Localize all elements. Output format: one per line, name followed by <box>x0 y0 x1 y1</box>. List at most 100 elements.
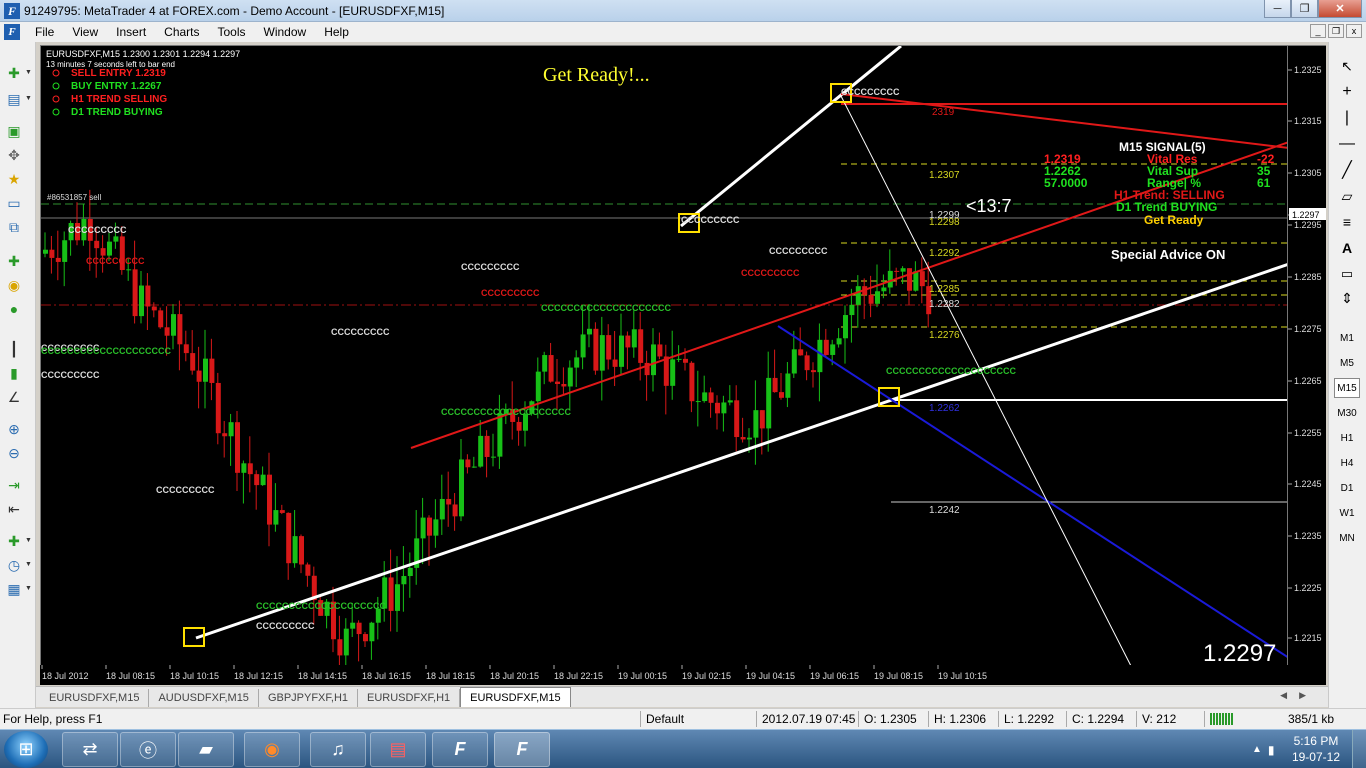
zoom-out-icon[interactable]: ⊖ <box>5 444 23 462</box>
tab-eurusdfxf-h1[interactable]: EURUSDFXF,H1 <box>358 689 461 707</box>
mdi-restore-button[interactable]: ❐ <box>1328 24 1344 38</box>
timeframe-m30[interactable]: M30 <box>1334 403 1360 423</box>
candlestick-icon[interactable]: ▮ <box>5 364 23 382</box>
taskbar-pdf-icon[interactable]: ▤ <box>370 732 426 767</box>
mdi-minimize-button[interactable]: _ <box>1310 24 1326 38</box>
profiles-icon[interactable]: ▤ ▼ <box>5 90 32 108</box>
chart-window-icon[interactable]: F <box>4 24 20 40</box>
menu-charts[interactable]: Charts <box>155 25 208 39</box>
menu-view[interactable]: View <box>63 25 107 39</box>
taskbar-media-icon[interactable]: ♫ <box>310 732 366 767</box>
zoom-in-icon[interactable]: ⊕ <box>5 420 23 438</box>
market-watch-icon[interactable]: ▣ <box>5 122 23 140</box>
cursor-icon[interactable]: ↖ <box>1334 56 1360 76</box>
periods-icon[interactable]: ◷ ▼ <box>5 556 32 574</box>
favorites-icon[interactable]: ★ <box>5 170 23 188</box>
price-chart[interactable]: CCCCCCCCC CCCCCCCCC CCCCCCCCC CCCCCCCCC CCCC… <box>40 45 1288 685</box>
fibonacci-icon[interactable]: ≡ <box>1334 212 1360 232</box>
legend-dot-icon <box>52 82 60 90</box>
marker-row-green-0: CCCCCCCCCCCCCCCCCCCC <box>41 346 171 356</box>
price-tick-label: 1.2245 <box>1294 479 1322 489</box>
expert-advisors-icon[interactable]: ◉ <box>5 276 23 294</box>
timeframe-d1[interactable]: D1 <box>1334 478 1360 498</box>
menu-tools[interactable]: Tools <box>209 25 255 39</box>
timeframe-h4[interactable]: H4 <box>1334 453 1360 473</box>
arrows-icon[interactable]: ⇕ <box>1334 288 1360 308</box>
candle-body <box>497 413 503 457</box>
horizontal-line-icon[interactable]: — <box>1334 134 1360 154</box>
tab-eurusdfxf-m15[interactable]: EURUSDFXF,M15 <box>40 689 150 707</box>
trendline-blue <box>777 325 1287 658</box>
new-order-alt-icon[interactable]: ✚ <box>5 252 23 270</box>
time-tick-label: 18 Jul 14:15 <box>298 671 347 681</box>
taskbar-firefox-icon[interactable]: ◉ <box>244 732 300 767</box>
candle-body <box>561 383 567 387</box>
signal-value-2: 57.0000 <box>1044 176 1088 190</box>
trendline-red-falling <box>840 93 1287 149</box>
maximize-button[interactable]: ❐ <box>1291 0 1318 18</box>
timeframe-m1[interactable]: M1 <box>1334 328 1360 348</box>
menu-help[interactable]: Help <box>315 25 358 39</box>
timeframe-w1[interactable]: W1 <box>1334 503 1360 523</box>
candle-body <box>196 370 202 382</box>
tray-arrow-icon[interactable]: ▲ <box>1252 744 1262 755</box>
signal-special-advice: Special Advice ON <box>1111 247 1225 262</box>
close-button[interactable]: ✕ <box>1318 0 1362 18</box>
minimize-button[interactable]: ─ <box>1264 0 1291 18</box>
candle-body <box>843 315 848 339</box>
show-desktop-button[interactable] <box>1352 730 1366 768</box>
taskbar-explorer-icon[interactable]: ▰ <box>178 732 234 767</box>
chart-canvas[interactable]: CCCCCCCCCCCCCCCCCCCCCCCCCCCCCCCCCCCCCCCC… <box>41 46 1288 685</box>
marker-row-green-1: CCCCCCCCCCCCCCCCCCCC <box>256 601 386 611</box>
autoscroll-icon[interactable]: ⇥ <box>5 476 23 494</box>
menu-insert[interactable]: Insert <box>107 25 155 39</box>
mdi-close-button[interactable]: x <box>1346 24 1362 38</box>
taskbar-clock[interactable]: 5:16 PM 19-07-12 <box>1292 733 1340 765</box>
taskbar-metatrader-icon[interactable]: F <box>432 732 488 767</box>
menu-window[interactable]: Window <box>255 25 316 39</box>
tab-gbpjpyfxf-h1[interactable]: GBPJPYFXF,H1 <box>259 689 359 707</box>
timeframe-h1[interactable]: H1 <box>1334 428 1360 448</box>
timeframe-m15[interactable]: M15 <box>1334 378 1360 398</box>
candle-body <box>516 421 522 431</box>
vertical-line-icon[interactable]: | <box>1334 108 1360 128</box>
marker-row-white-8: CCCCCCCCC <box>681 215 740 225</box>
tab-scroll-arrows[interactable]: ◀▶ <box>1280 690 1318 701</box>
time-tick-label: 19 Jul 06:15 <box>810 671 859 681</box>
tab-audusdfxf-m15[interactable]: AUDUSDFXF,M15 <box>149 689 259 707</box>
price-axis: 1.2325 1.2315 1.2305 1.2297 1.2295 1.2285 1.22… <box>1288 45 1326 666</box>
level-label-6: 1.2282 <box>929 299 960 310</box>
crosshair-icon[interactable]: + <box>1334 82 1360 102</box>
channel-icon[interactable]: ▱ <box>1334 186 1360 206</box>
candle-body <box>350 622 356 629</box>
candle-body <box>753 410 759 438</box>
new-order-icon[interactable]: ✚ ▼ <box>5 64 32 82</box>
taskbar-network-icon[interactable]: ⇄ <box>62 732 118 767</box>
indicators-icon[interactable]: ✚ ▼ <box>5 532 32 550</box>
timeframe-m5[interactable]: M5 <box>1334 353 1360 373</box>
start-button[interactable]: ⊞ <box>4 731 48 768</box>
label-icon[interactable]: ▭ <box>1334 264 1360 284</box>
signal-d1-trend: D1 Trend BUYING <box>1116 200 1217 214</box>
trendline-icon[interactable]: ╱ <box>1334 160 1360 180</box>
marker-row-red-2: CCCCCCCCC <box>481 288 540 298</box>
time-tick-label: 18 Jul 22:15 <box>554 671 603 681</box>
taskbar-metatrader-active-icon[interactable]: F <box>494 732 550 767</box>
tab-eurusdfxf-m15-active[interactable]: EURUSDFXF,M15 <box>460 687 571 707</box>
bar-chart-icon[interactable]: ┃ <box>5 340 23 358</box>
navigator-icon[interactable]: ✥ <box>5 146 23 164</box>
line-chart-icon[interactable]: ∠ <box>5 388 23 406</box>
menu-file[interactable]: File <box>26 25 63 39</box>
candle-body <box>791 349 797 374</box>
text-icon[interactable]: A <box>1334 238 1360 258</box>
timeframe-mn[interactable]: MN <box>1334 528 1360 548</box>
strategy-tester-icon[interactable]: ⧉ <box>5 218 23 236</box>
taskbar-ie-icon[interactable]: ⓔ <box>120 732 176 767</box>
templates-icon[interactable]: ▦ ▼ <box>5 580 32 598</box>
title-bar: F 91249795: MetaTrader 4 at FOREX.com - … <box>0 0 1366 22</box>
level-label-8: 1.2262 <box>929 403 960 414</box>
autotrading-icon[interactable]: ● <box>5 300 23 318</box>
terminal-icon[interactable]: ▭ <box>5 194 23 212</box>
chart-shift-icon[interactable]: ⇤ <box>5 500 23 518</box>
tray-network-icon[interactable]: ▮ <box>1268 743 1275 757</box>
